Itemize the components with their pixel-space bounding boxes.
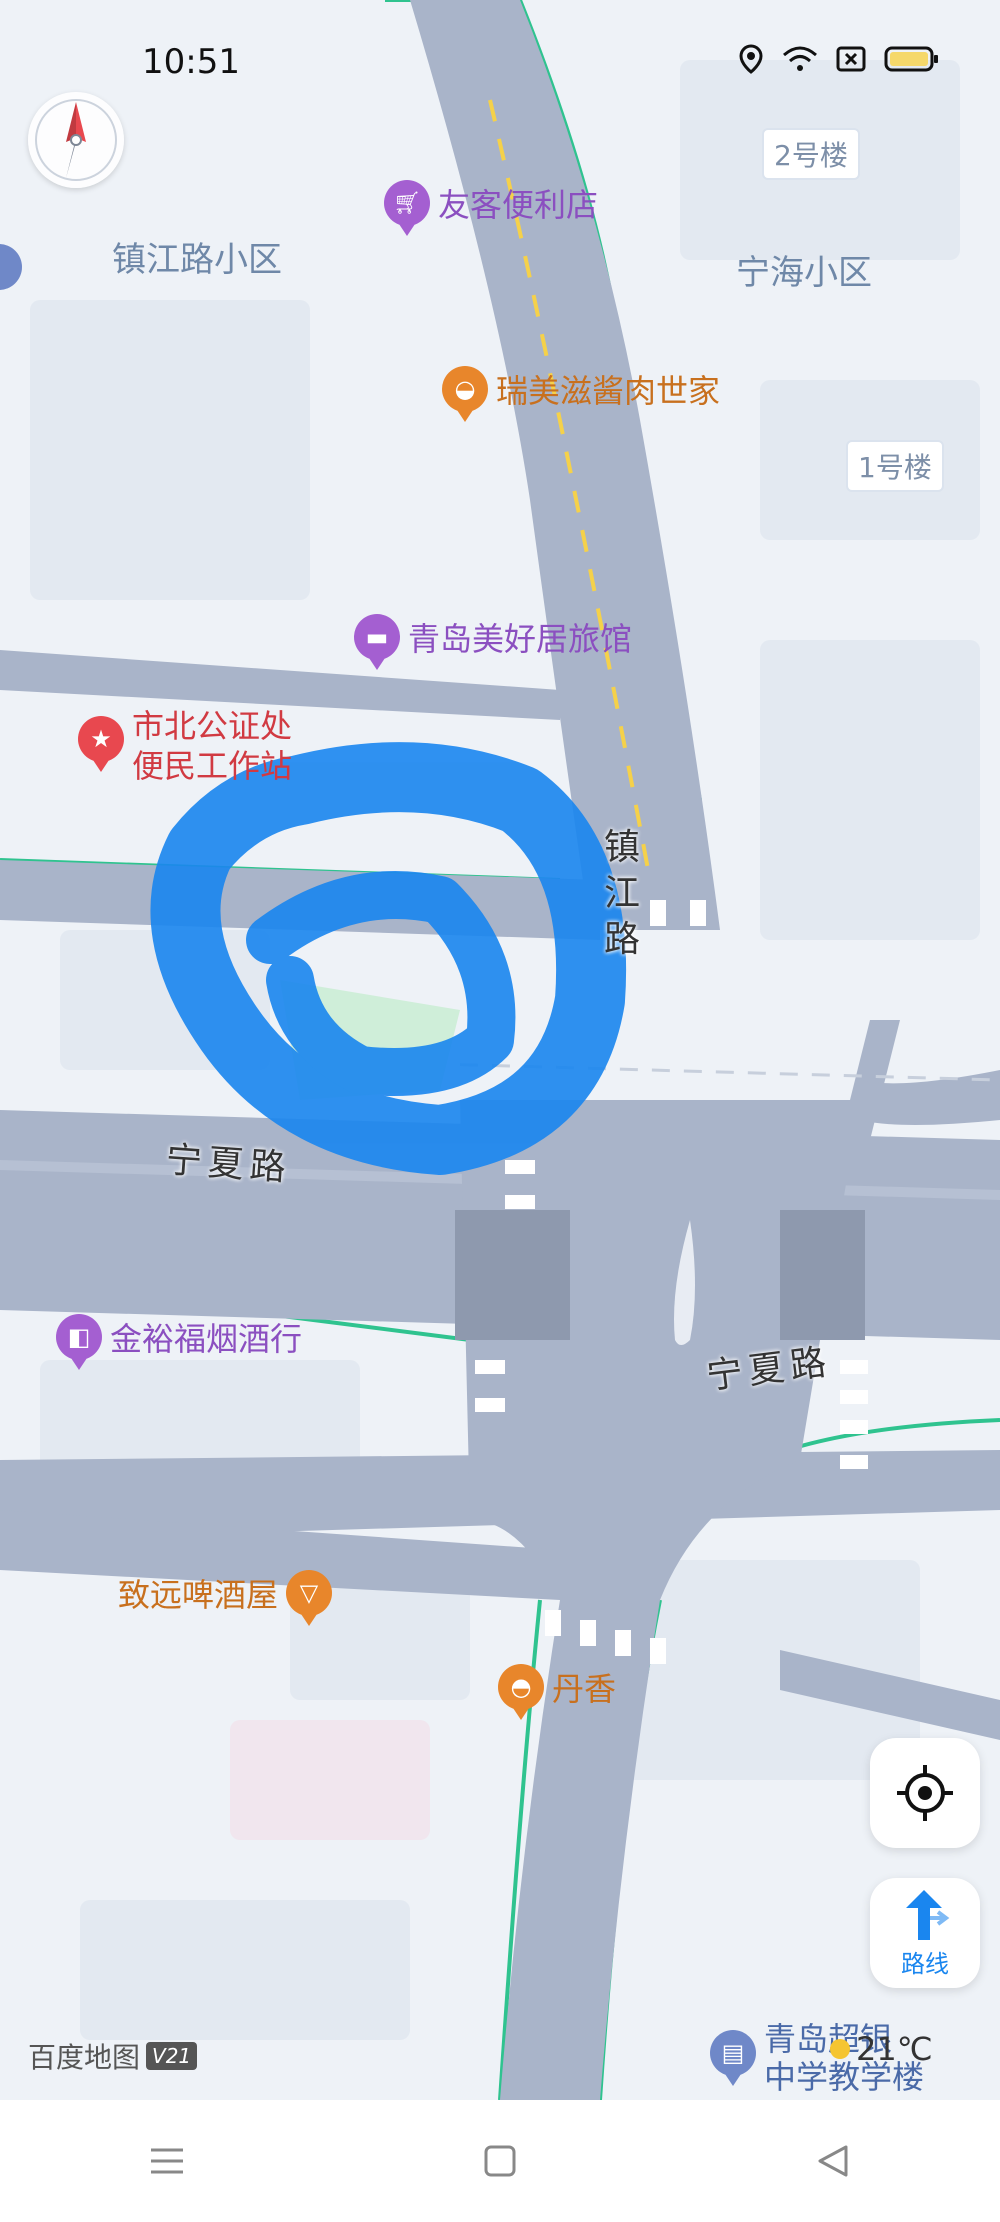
- poi-label: 致远啤酒屋: [118, 1576, 279, 1614]
- weather-widget[interactable]: 21℃: [830, 2030, 933, 2068]
- area-label-zhenjiang: 镇江路小区: [112, 240, 282, 280]
- sim-off-icon: [836, 46, 866, 76]
- poi-label: 丹香: [552, 1670, 617, 1708]
- poi-ruimeizi[interactable]: ◒ 瑞美滋酱肉世家: [442, 366, 720, 412]
- road-label-ningxia-west: 宁夏路: [164, 1139, 294, 1190]
- menu-button[interactable]: [137, 2131, 197, 2191]
- cart-icon: 🛒︎: [384, 180, 430, 226]
- poi-label: 友客便利店: [438, 186, 599, 224]
- back-button[interactable]: [803, 2131, 863, 2191]
- sun-icon: [830, 2039, 850, 2059]
- map-canvas[interactable]: [0, 0, 1000, 2100]
- bed-icon: ▬: [354, 614, 400, 660]
- brand-name: 百度地图: [28, 2041, 141, 2074]
- poi-youke[interactable]: 🛒︎ 友客便利店: [384, 180, 598, 226]
- poi-danxiang[interactable]: ◓ 丹香: [498, 1664, 616, 1710]
- area-label-ninghai: 宁海小区: [736, 253, 872, 293]
- poi-label-line2: 便民工作站: [132, 747, 293, 785]
- route-label: 路线: [901, 1949, 949, 1978]
- home-button[interactable]: [470, 2131, 530, 2191]
- route-arrow-icon: [906, 1889, 950, 1940]
- temperature: 21℃: [856, 2030, 933, 2068]
- poi-meihaoju[interactable]: ▬ 青岛美好居旅馆: [354, 614, 632, 660]
- poi-notary[interactable]: ★ 市北公证处 便民工作站: [78, 706, 292, 786]
- cocktail-icon: ▽: [286, 1570, 333, 1616]
- poi-zhiyuan[interactable]: ▽ 致远啤酒屋: [118, 1570, 333, 1616]
- wifi-icon: [782, 45, 818, 77]
- school-icon: ▤: [710, 2030, 756, 2076]
- system-nav-bar: [0, 2100, 1000, 2222]
- poi-label: 瑞美滋酱肉世家: [496, 372, 721, 410]
- battery-icon: [884, 45, 940, 77]
- location-icon: [738, 44, 764, 78]
- poi-label: 青岛美好居旅馆: [408, 620, 633, 658]
- status-icons: [738, 44, 940, 78]
- compass-button[interactable]: [28, 92, 124, 188]
- version-badge: V21: [146, 2042, 198, 2070]
- locate-icon: [897, 1765, 953, 1821]
- poi-label: 金裕福烟酒行: [110, 1320, 303, 1358]
- poi-label-block: 市北公证处 便民工作站: [132, 706, 292, 786]
- star-icon: ★: [78, 716, 124, 762]
- home-square-icon: [484, 2145, 516, 2177]
- bread-icon: ◓: [498, 1664, 544, 1710]
- clock: 10:51: [142, 42, 240, 82]
- road-label-zhenjiang: 镇 江 路: [604, 827, 641, 960]
- back-triangle-icon: [818, 2145, 848, 2177]
- poi-jinyufu[interactable]: ◧ 金裕福烟酒行: [56, 1314, 302, 1360]
- bag-icon: ◧: [56, 1314, 102, 1360]
- food-icon: ◒: [442, 366, 488, 412]
- locate-button[interactable]: [870, 1738, 980, 1848]
- route-button[interactable]: 路线: [870, 1878, 980, 1988]
- building-tag-2[interactable]: 2号楼: [762, 128, 860, 180]
- poi-label: 市北公证处: [132, 707, 293, 745]
- status-bar: 10:51: [0, 0, 1000, 120]
- map-brand: 百度地图 V21: [28, 2036, 198, 2076]
- building-tag-1[interactable]: 1号楼: [846, 440, 944, 492]
- compass-icon: [35, 99, 117, 181]
- menu-icon: [150, 2148, 183, 2174]
